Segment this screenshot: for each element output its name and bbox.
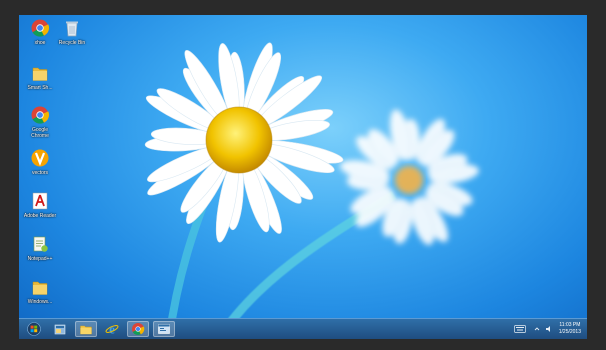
- desktop-icon-label: xhoe: [34, 40, 46, 46]
- desktop-icon-label: Smart Sh...: [27, 85, 53, 91]
- volume-icon[interactable]: [545, 325, 553, 333]
- daisy-wallpaper: [144, 42, 480, 339]
- chrome-icon: [31, 19, 50, 37]
- desktop-icon-label: Recycle Bin: [58, 40, 86, 46]
- chrome-icon: [132, 323, 145, 335]
- taskbar-folder-button[interactable]: [75, 321, 97, 337]
- folder-icon-2[interactable]: Windows...: [23, 277, 57, 305]
- taskbar-window-button[interactable]: [153, 321, 175, 337]
- folder-icon-1[interactable]: Smart Sh...: [23, 63, 57, 91]
- desktop-icon-label: Windows...: [27, 299, 53, 305]
- vectors-icon[interactable]: vectors: [23, 148, 57, 176]
- chrome-app-icon[interactable]: xhoe: [23, 18, 57, 46]
- show-hidden-icons-chevron-icon[interactable]: [533, 325, 541, 333]
- window-icon: [158, 324, 170, 334]
- desktop-icon-label: vectors: [31, 170, 49, 176]
- folder-icon: [32, 281, 48, 295]
- taskbar: e 11:03 PM 1/25/2013: [19, 318, 587, 339]
- keyboard-icon[interactable]: [513, 325, 526, 333]
- adobe-icon: [32, 192, 48, 210]
- explorer-icon: [54, 324, 66, 335]
- clock-date: 1/25/2013: [558, 329, 581, 335]
- internet-explorer-icon: e: [105, 322, 119, 336]
- clock-time: 11:03 PM: [559, 322, 581, 328]
- desktop-icon-label: Notepad++: [27, 256, 53, 262]
- clock[interactable]: 11:03 PM 1/25/2013: [559, 322, 581, 336]
- google-chrome-icon[interactable]: Google Chrome: [23, 105, 57, 139]
- windows-logo-icon: [27, 322, 41, 336]
- desktop-icon-label: Adobe Reader: [23, 213, 57, 219]
- desktop-screen: xhoe Recycle Bin Smart Sh... Google Chrome v…: [19, 15, 587, 339]
- recycle-bin-icon[interactable]: Recycle Bin: [55, 18, 89, 46]
- recycle-bin-icon: [66, 21, 78, 37]
- svg-text:e: e: [109, 322, 115, 336]
- start-button[interactable]: [23, 321, 45, 337]
- adobe-reader-icon[interactable]: Adobe Reader: [23, 191, 57, 219]
- folder-icon: [32, 67, 48, 81]
- chrome-icon: [31, 106, 50, 124]
- notepad-icon: [33, 236, 48, 252]
- v-app-icon: [31, 149, 49, 167]
- taskbar-explorer-button[interactable]: [49, 321, 71, 337]
- taskbar-chrome-button[interactable]: [127, 321, 149, 337]
- taskbar-ie-button[interactable]: e: [101, 321, 123, 337]
- folder-icon: [80, 325, 92, 335]
- notepad-icon[interactable]: Notepad++: [23, 234, 57, 262]
- system-tray: 11:03 PM 1/25/2013: [513, 320, 581, 338]
- desktop-icon-label: Google Chrome: [31, 127, 49, 139]
